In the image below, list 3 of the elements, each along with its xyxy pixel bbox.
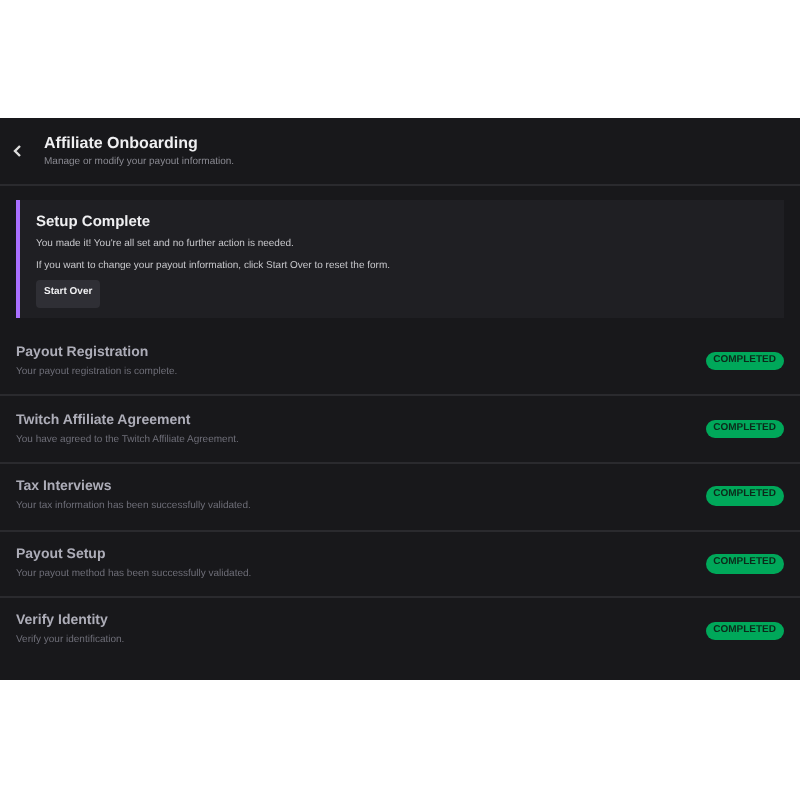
page-title: Affiliate Onboarding xyxy=(44,132,200,154)
back-button[interactable] xyxy=(8,144,24,158)
back-icon xyxy=(11,144,21,158)
